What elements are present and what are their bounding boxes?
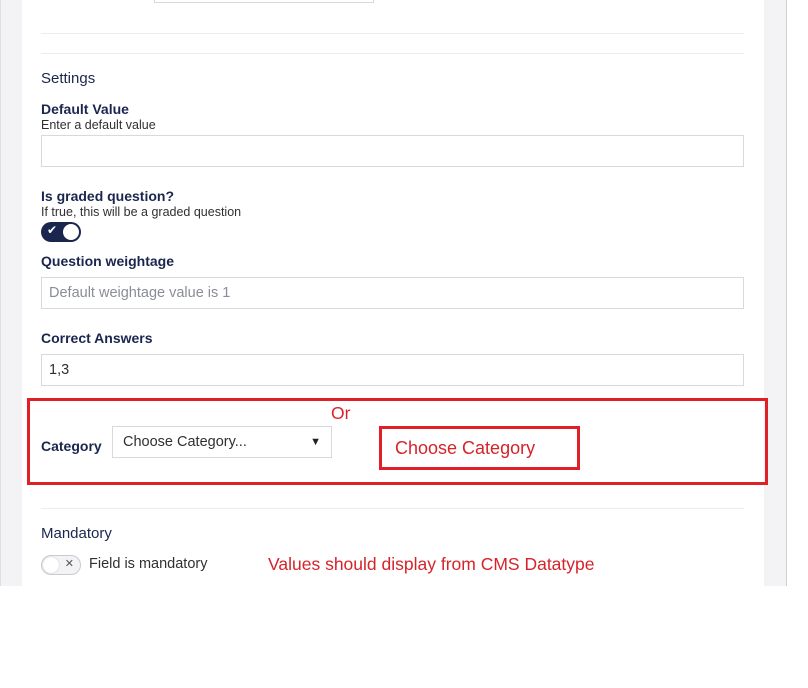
default-value-label: Default Value <box>41 101 129 117</box>
scrollbar-border <box>786 0 787 586</box>
x-icon: ✕ <box>64 558 74 570</box>
question-weightage-input[interactable]: Default weightage value is 1 <box>41 277 744 309</box>
graded-question-label: Is graded question? <box>41 188 175 204</box>
default-value-description: Enter a default value <box>41 118 156 132</box>
toggle-knob <box>43 557 59 573</box>
divider <box>41 508 744 509</box>
mandatory-toggle[interactable]: ✕ <box>41 555 81 575</box>
annotation-choose-category-box: Choose Category <box>379 426 580 470</box>
mandatory-toggle-label: Field is mandatory <box>89 556 208 572</box>
check-icon: ✔ <box>47 223 58 237</box>
correct-answers-label: Correct Answers <box>41 330 153 346</box>
divider <box>41 33 744 34</box>
annotation-or: Or <box>331 403 351 423</box>
graded-question-toggle[interactable]: ✔ <box>41 222 81 242</box>
category-label: Category <box>41 438 102 454</box>
weightage-placeholder: Default weightage value is 1 <box>49 285 231 301</box>
category-selected-value: Choose Category... <box>123 434 247 450</box>
left-border <box>0 0 1 586</box>
question-weightage-label: Question weightage <box>41 253 175 269</box>
settings-title: Settings <box>41 70 96 87</box>
previous-field-input[interactable] <box>154 0 374 3</box>
correct-answers-input[interactable]: 1,3 <box>41 354 744 386</box>
default-value-input[interactable] <box>41 135 744 167</box>
mandatory-title: Mandatory <box>41 525 112 542</box>
annotation-choose-category-text: Choose Category <box>395 437 536 458</box>
correct-answers-value: 1,3 <box>49 362 70 378</box>
graded-question-description: If true, this will be a graded question <box>41 205 242 219</box>
divider <box>41 53 744 54</box>
toggle-knob <box>63 224 79 240</box>
annotation-note: Values should display from CMS Datatype <box>268 554 595 574</box>
category-select[interactable]: Choose Category... ▼ <box>112 426 332 458</box>
chevron-down-icon: ▼ <box>310 436 321 448</box>
